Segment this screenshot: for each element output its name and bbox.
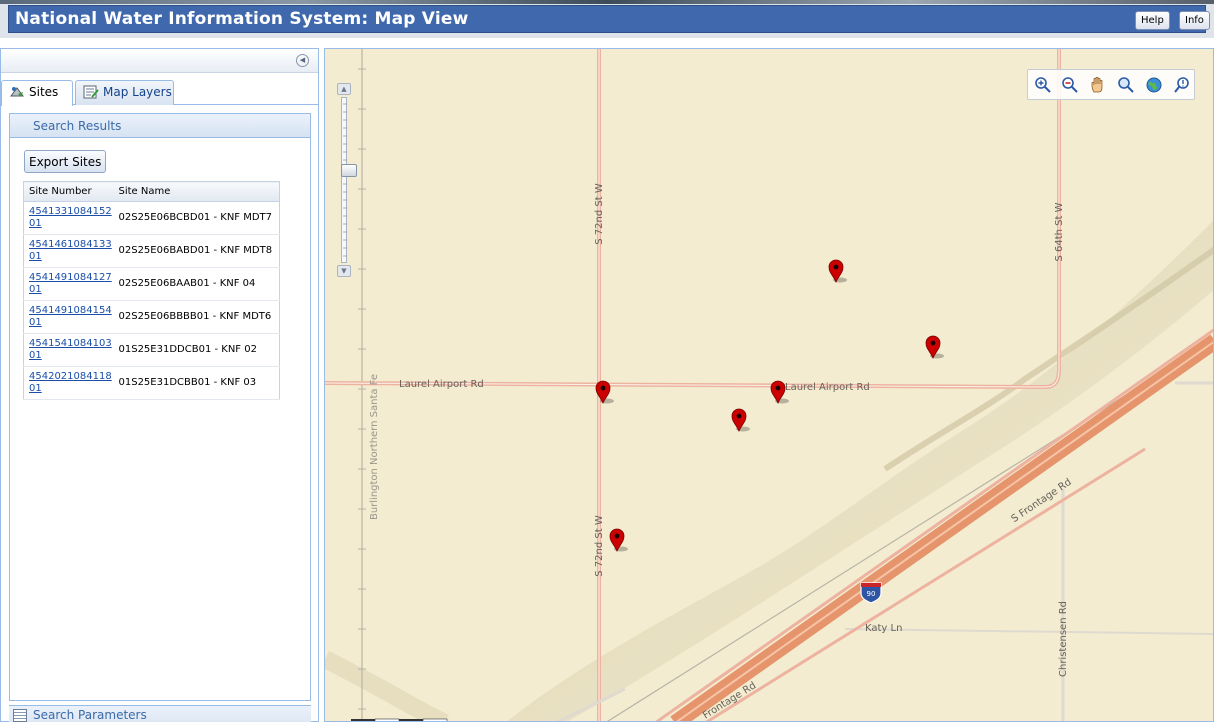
zoom-slider[interactable]: ▲ ▼ — [337, 83, 357, 277]
collapse-left-icon[interactable]: ◀ — [296, 54, 309, 67]
map-view[interactable]: 90 S 72nd St W S 72nd St W S 64th St W L… — [324, 48, 1214, 722]
map-label-laurel-west: Laurel Airport Rd — [399, 379, 484, 390]
map-label-s72nd-south: S 72nd St W — [594, 515, 605, 577]
site-number-link[interactable]: 454154108410301 — [29, 338, 112, 361]
search-results-panel: Search Results Export Sites Site Number … — [9, 113, 311, 701]
tab-sites[interactable]: Sites — [1, 80, 73, 106]
site-number-link[interactable]: 454133108415201 — [29, 206, 112, 229]
search-parameters-header[interactable]: Search Parameters — [9, 705, 311, 722]
help-button[interactable]: Help — [1135, 11, 1170, 30]
table-row[interactable]: 454146108413301 02S25E06BABD01 - KNF MDT… — [23, 234, 280, 268]
map-label-s72nd-north: S 72nd St W — [594, 183, 605, 245]
app-title: National Water Information System: Map V… — [15, 9, 469, 29]
identify-icon[interactable] — [1173, 76, 1191, 94]
site-results-table: Site Number Site Name 454133108415201 02… — [23, 181, 280, 400]
site-name-cell: 02S25E06BAAB01 - KNF 04 — [113, 267, 280, 301]
map-label-laurel-east: Laurel Airport Rd — [785, 382, 870, 393]
sites-icon — [10, 87, 24, 97]
title-bar: National Water Information System: Map V… — [8, 5, 1210, 33]
tab-bar: Sites Map Layers — [1, 73, 318, 106]
table-row[interactable]: 454154108410301 01S25E31DDCB01 - KNF 02 — [23, 333, 280, 367]
search-parameters-label: Search Parameters — [33, 708, 147, 722]
site-number-link[interactable]: 454146108413301 — [29, 239, 112, 262]
zoom-slider-thumb[interactable] — [341, 164, 357, 177]
site-number-link[interactable]: 454149108412701 — [29, 272, 112, 295]
table-row[interactable]: 454133108415201 02S25E06BCBD01 - KNF MDT… — [23, 201, 280, 235]
zoom-slider-up-icon[interactable]: ▲ — [337, 83, 351, 95]
app-header: National Water Information System: Map V… — [0, 0, 1214, 38]
zoom-ticks — [343, 103, 347, 257]
map-label-railroad: Burlington Northern Santa Fe — [369, 374, 380, 520]
full-extent-globe-icon[interactable] — [1145, 76, 1163, 94]
site-number-link[interactable]: 454149108415401 — [29, 305, 112, 328]
tab-map-layers-label: Map Layers — [103, 85, 172, 99]
site-name-cell: 02S25E06BABD01 - KNF MDT8 — [113, 234, 280, 268]
table-row[interactable]: 454149108412701 02S25E06BAAB01 - KNF 04 — [23, 267, 280, 301]
site-name-cell: 01S25E31DCBB01 - KNF 03 — [113, 366, 280, 400]
search-results-header[interactable]: Search Results — [10, 114, 310, 138]
site-name-cell: 01S25E31DDCB01 - KNF 02 — [113, 333, 280, 367]
header-banner-strip — [0, 0, 1214, 4]
search-results-title: Search Results — [33, 119, 122, 133]
map-label-katy: Katy Ln — [865, 623, 902, 634]
zoom-slider-down-icon[interactable]: ▼ — [337, 265, 351, 277]
site-number-link[interactable]: 454202108411801 — [29, 371, 112, 394]
table-row[interactable]: 454149108415401 02S25E06BBBB01 - KNF MDT… — [23, 300, 280, 334]
column-header-site-name[interactable]: Site Name — [113, 181, 280, 202]
info-button[interactable]: Info — [1179, 11, 1210, 30]
zoom-box-icon[interactable] — [1117, 76, 1135, 94]
export-sites-button[interactable]: Export Sites — [24, 150, 107, 173]
column-header-site-number[interactable]: Site Number — [23, 181, 114, 202]
site-name-cell: 02S25E06BBBB01 - KNF MDT6 — [113, 300, 280, 334]
table-row[interactable]: 454202108411801 01S25E31DCBB01 - KNF 03 — [23, 366, 280, 400]
map-canvas[interactable]: 90 S 72nd St W S 72nd St W S 64th St W L… — [325, 49, 1214, 722]
table-header-row: Site Number Site Name — [23, 181, 280, 202]
site-name-cell: 02S25E06BCBD01 - KNF MDT7 — [113, 201, 280, 235]
map-label-christensen: Christensen Rd — [1058, 601, 1069, 677]
zoom-in-icon[interactable] — [1034, 76, 1052, 94]
zoom-slider-track[interactable] — [341, 97, 357, 263]
interstate-shield-number: 90 — [867, 590, 876, 598]
map-layers-icon — [83, 85, 99, 99]
map-label-s64th: S 64th St W — [1054, 202, 1065, 261]
zoom-out-icon[interactable] — [1061, 76, 1079, 94]
left-panel: ◀ Sites Map Layers Search Results Export… — [0, 48, 319, 722]
search-parameters-icon — [13, 709, 27, 722]
panel-collapse-bar: ◀ — [1, 49, 318, 73]
tab-sites-label: Sites — [29, 85, 59, 99]
tab-map-layers[interactable]: Map Layers — [75, 80, 174, 105]
pan-hand-icon[interactable] — [1089, 76, 1107, 94]
map-toolbar — [1027, 69, 1195, 100]
